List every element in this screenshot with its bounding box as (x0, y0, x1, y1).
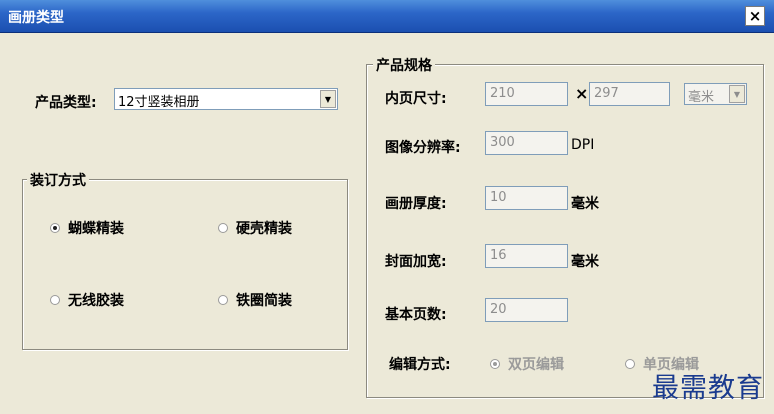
edit-mode-double[interactable]: 双页编辑 (490, 354, 564, 374)
binding-option-label: 蝴蝶精装 (68, 221, 124, 237)
cover-widen-label: 封面加宽: (385, 254, 447, 270)
cover-widen-field[interactable]: 16 (485, 244, 568, 268)
radio-icon (490, 359, 500, 369)
base-pages-field[interactable]: 20 (485, 298, 568, 322)
radio-icon (218, 223, 228, 233)
watermark: 最需教育 (652, 373, 764, 404)
product-type-select[interactable]: 12寸竖装相册 ▼ (114, 88, 338, 110)
binding-option-label: 铁圈简装 (236, 293, 292, 309)
unit-select[interactable]: 毫米 ▼ (684, 83, 747, 105)
close-button[interactable]: × (745, 6, 765, 26)
times-sign: × (575, 84, 589, 103)
edit-mode-label: 编辑方式: (389, 357, 451, 373)
resolution-label: 图像分辨率: (385, 140, 461, 156)
window-title: 画册类型 (8, 10, 64, 26)
binding-option-coil[interactable]: 铁圈简装 (218, 290, 292, 310)
binding-option-label: 无线胶装 (68, 293, 124, 309)
inner-width-field[interactable]: 210 (485, 82, 568, 106)
product-type-label: 产品类型: (35, 95, 97, 111)
title-bar (0, 0, 774, 33)
base-pages-label: 基本页数: (385, 307, 447, 323)
resolution-field[interactable]: 300 (485, 131, 568, 155)
binding-option-perfect[interactable]: 无线胶装 (50, 290, 124, 310)
close-icon: × (748, 7, 762, 25)
inner-height-field[interactable]: 297 (589, 82, 670, 106)
thickness-label: 画册厚度: (385, 196, 447, 212)
thickness-unit: 毫米 (571, 196, 599, 212)
binding-groupbox (22, 179, 348, 350)
edit-mode-option-label: 双页编辑 (508, 357, 564, 373)
thickness-field[interactable]: 10 (485, 186, 568, 210)
unit-value: 毫米 (688, 90, 715, 105)
resolution-unit: DPI (571, 137, 595, 153)
product-type-value: 12寸竖装相册 (118, 95, 200, 110)
radio-icon (50, 295, 60, 305)
chevron-down-icon[interactable]: ▼ (729, 85, 745, 103)
binding-legend: 装订方式 (27, 170, 89, 190)
radio-icon (625, 359, 635, 369)
inner-size-label: 内页尺寸: (385, 91, 447, 107)
radio-icon (218, 295, 228, 305)
spec-legend: 产品规格 (373, 55, 435, 75)
cover-widen-unit: 毫米 (571, 254, 599, 270)
radio-icon (50, 223, 60, 233)
chevron-down-icon[interactable]: ▼ (320, 90, 336, 108)
binding-option-hardcover[interactable]: 硬壳精装 (218, 218, 292, 238)
binding-option-butterfly[interactable]: 蝴蝶精装 (50, 218, 124, 238)
binding-option-label: 硬壳精装 (236, 221, 292, 237)
spec-groupbox (366, 64, 764, 398)
